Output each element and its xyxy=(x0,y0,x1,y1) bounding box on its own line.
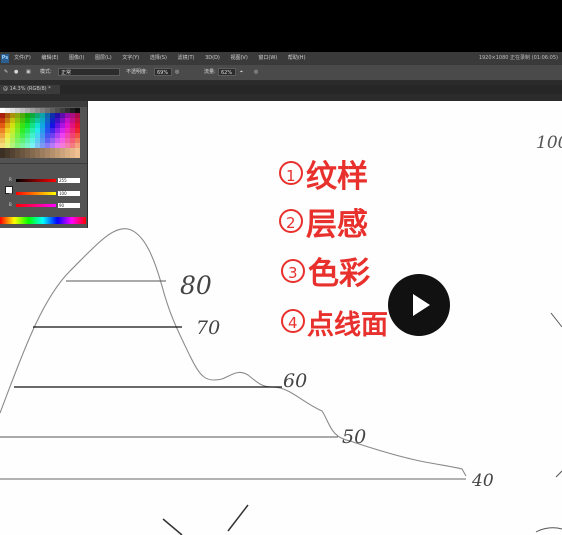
svg-text:2: 2 xyxy=(286,214,296,232)
document-tab-bar: @ 14.3% (RGB/8) * xyxy=(0,85,562,94)
menu-items: 文件(F) 编辑(E) 图像(I) 图层(L) 文字(Y) 选择(S) 滤镜(T… xyxy=(14,52,315,65)
g-slider[interactable] xyxy=(16,192,56,195)
brush-size-icon[interactable]: ● xyxy=(14,65,18,80)
r-slider[interactable] xyxy=(16,179,56,182)
panel-separator xyxy=(0,163,87,164)
play-button[interactable] xyxy=(388,274,450,336)
mode-select[interactable]: 正常 xyxy=(58,68,120,76)
contour-label-50: 50 xyxy=(342,426,366,448)
swatch-grid[interactable] xyxy=(0,108,80,160)
svg-text:4: 4 xyxy=(288,314,298,332)
g-value-input[interactable]: 100 xyxy=(58,191,80,196)
color-spectrum-bar[interactable] xyxy=(0,217,86,224)
airbrush-icon[interactable]: ⌖ xyxy=(240,65,243,80)
swatch[interactable] xyxy=(75,153,80,158)
b-slider[interactable] xyxy=(16,204,56,207)
corner-label: 100 xyxy=(536,133,562,153)
note-1: 1 纹样 xyxy=(279,159,368,195)
b-label: B xyxy=(9,202,12,207)
menu-edit[interactable]: 编辑(E) xyxy=(41,55,58,61)
stroke-bottom-3 xyxy=(535,527,562,533)
menu-filter[interactable]: 滤镜(T) xyxy=(178,55,195,61)
menu-window[interactable]: 窗口(W) xyxy=(258,55,277,61)
menu-layer[interactable]: 图层(L) xyxy=(95,55,112,61)
svg-text:点线面: 点线面 xyxy=(307,310,388,341)
recording-status: 1920×1080 正在录制 (01:06:05) xyxy=(478,55,558,61)
g-label: G xyxy=(9,190,13,195)
color-swatches-panel: R 255 G 100 B 90 xyxy=(0,101,88,228)
panel-header xyxy=(0,101,87,107)
svg-text:层感: 层感 xyxy=(306,207,368,243)
svg-text:色彩: 色彩 xyxy=(308,256,370,292)
stroke-right-2 xyxy=(555,470,562,478)
flow-label: 流量: xyxy=(204,69,216,75)
menu-image[interactable]: 图像(I) xyxy=(69,55,84,61)
svg-text:3: 3 xyxy=(288,264,298,282)
brush-panel-icon[interactable]: ▣ xyxy=(26,65,31,80)
menu-select[interactable]: 选择(S) xyxy=(150,55,167,61)
canvas-top-strip xyxy=(0,94,562,101)
pressure-size-icon[interactable]: ◎ xyxy=(254,65,258,80)
svg-text:1: 1 xyxy=(286,167,296,185)
opacity-label: 不透明度: xyxy=(126,69,148,75)
mountain-outline xyxy=(0,228,467,477)
document-tab[interactable]: @ 14.3% (RGB/8) * xyxy=(0,85,60,94)
options-bar: ✎ ● ▣ 模式: 正常 不透明度: 69% ◎ 流量: 62% ⌖ ◎ xyxy=(0,65,562,80)
contour-label-80: 80 xyxy=(180,271,212,300)
flow-input[interactable]: 62% xyxy=(218,68,236,76)
opacity-pressure-icon[interactable]: ◎ xyxy=(175,65,179,80)
note-3: 3 色彩 xyxy=(281,256,370,292)
contour-label-40: 40 xyxy=(471,471,494,491)
stroke-bottom-1 xyxy=(162,518,183,535)
mode-label: 模式: xyxy=(40,69,52,75)
contour-label-60: 60 xyxy=(283,370,307,392)
menu-file[interactable]: 文件(F) xyxy=(14,55,31,61)
menu-3d[interactable]: 3D(D) xyxy=(205,55,220,61)
contour-label-70: 70 xyxy=(196,317,220,339)
b-value-input[interactable]: 90 xyxy=(58,203,80,208)
menu-bar: Ps 文件(F) 编辑(E) 图像(I) 图层(L) 文字(Y) 选择(S) 滤… xyxy=(0,52,562,65)
stroke-right-1 xyxy=(550,312,562,328)
note-2: 2 层感 xyxy=(279,207,368,243)
photoshop-logo-icon: Ps xyxy=(1,54,9,63)
svg-text:纹样: 纹样 xyxy=(306,159,368,195)
r-value-input[interactable]: 255 xyxy=(58,178,80,183)
r-label: R xyxy=(9,177,12,182)
stroke-bottom-2 xyxy=(227,504,249,532)
brush-tool-icon[interactable]: ✎ xyxy=(4,65,8,80)
play-icon xyxy=(413,294,430,316)
note-4: 4 点线面 xyxy=(281,309,388,341)
menu-help[interactable]: 帮助(H) xyxy=(288,55,306,61)
video-letterbox-top xyxy=(0,0,562,52)
opacity-input[interactable]: 69% xyxy=(154,68,172,76)
menu-type[interactable]: 文字(Y) xyxy=(122,55,139,61)
menu-view[interactable]: 视图(V) xyxy=(230,55,247,61)
